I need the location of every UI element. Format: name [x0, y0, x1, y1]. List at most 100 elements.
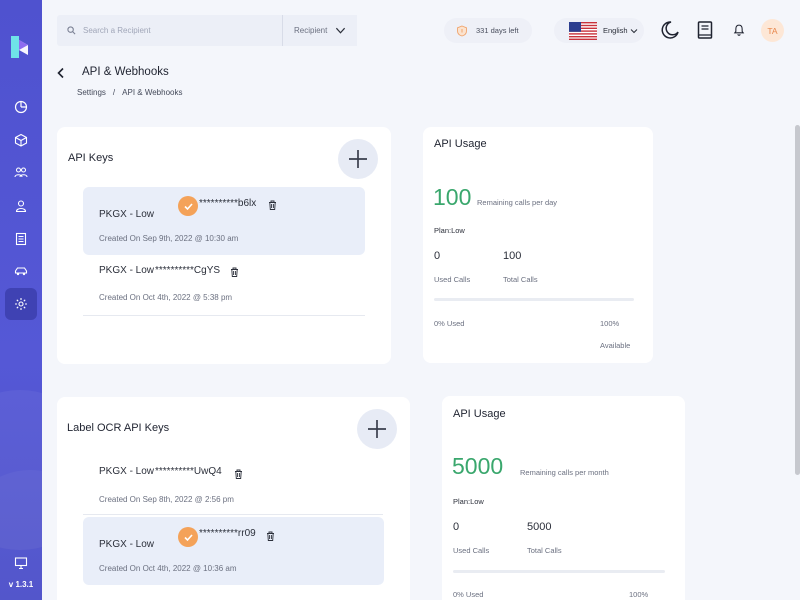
api-keys-card: API Keys PKGX - Low **********b6lx Creat…	[57, 127, 391, 364]
sidebar-item-reports[interactable]	[5, 223, 37, 255]
logo[interactable]	[9, 34, 31, 60]
chevron-down-icon	[335, 27, 346, 34]
available-percent: 100%	[600, 319, 620, 328]
box-icon	[14, 133, 28, 147]
ocr-key-created: Created On Oct 4th, 2022 @ 10:36 am	[99, 564, 237, 573]
user-icon	[15, 200, 27, 213]
add-ocr-key-button[interactable]	[357, 409, 397, 449]
api-usage-title: API Usage	[453, 408, 506, 420]
app-version: v 1.3.1	[8, 580, 34, 589]
api-usage-card: API Usage 100 Remaining calls per day Pl…	[423, 127, 653, 363]
sidebar-item-delivery[interactable]	[5, 255, 37, 287]
remaining-calls-caption: Remaining calls per day	[477, 198, 558, 207]
breadcrumb-current: API & Webhooks	[122, 88, 183, 97]
users-icon	[14, 167, 28, 178]
avatar[interactable]: TA	[761, 19, 784, 42]
chevron-down-icon	[630, 28, 637, 33]
api-key-name: PKGX - Low	[99, 265, 155, 276]
settings-icon	[15, 298, 27, 310]
plan-label: Plan:Low	[453, 497, 484, 506]
remaining-calls-caption: Remaining calls per month	[520, 468, 609, 477]
api-key-mask: **********CgYS	[155, 265, 221, 276]
check-icon	[183, 202, 193, 210]
dark-mode-toggle[interactable]	[660, 20, 680, 40]
back-arrow-icon[interactable]	[55, 67, 67, 79]
ocr-key-mask: **********UwQ4	[155, 466, 222, 477]
trash-icon[interactable]	[230, 267, 239, 277]
ocr-key-created: Created On Sep 8th, 2022 @ 2:56 pm	[99, 495, 234, 504]
remaining-calls-value: 100	[433, 184, 472, 210]
api-key-row[interactable]: PKGX - Low **********CgYS Created On Oct…	[83, 255, 365, 316]
trash-icon[interactable]	[234, 469, 243, 479]
days-left-text: 331 days left	[476, 26, 519, 35]
usage-progress-bar	[453, 570, 665, 573]
trash-icon[interactable]	[266, 531, 275, 541]
us-flag-icon	[569, 21, 597, 40]
api-key-created: Created On Sep 9th, 2022 @ 10:30 am	[99, 234, 239, 243]
label-ocr-keys-card: Label OCR API Keys PKGX - Low **********…	[57, 397, 410, 600]
subscription-days-badge: 331 days left	[444, 18, 532, 43]
api-key-mask: **********b6lx	[199, 198, 257, 209]
search-input[interactable]: Search a Recipient	[57, 15, 282, 46]
breadcrumb: Settings / API & Webhooks	[77, 88, 182, 97]
plus-icon	[368, 420, 386, 438]
sidebar-item-recipients[interactable]	[5, 156, 37, 188]
notifications-button[interactable]	[729, 20, 749, 40]
api-key-created: Created On Oct 4th, 2022 @ 5:38 pm	[99, 293, 233, 302]
trash-icon[interactable]	[268, 200, 277, 210]
total-calls-label: Total Calls	[503, 275, 538, 284]
sidebar-item-settings[interactable]	[5, 288, 37, 320]
ocr-key-row[interactable]: PKGX - Low **********UwQ4 Created On Sep…	[83, 455, 383, 515]
label-ocr-title: Label OCR API Keys	[67, 422, 170, 434]
shield-icon	[457, 25, 467, 36]
used-percent: 0% Used	[434, 319, 465, 328]
used-percent: 0% Used	[453, 590, 484, 599]
search-icon	[67, 26, 76, 35]
ocr-key-name: PKGX - Low	[99, 539, 155, 550]
available-label: Available	[600, 341, 631, 350]
api-key-row[interactable]: PKGX - Low **********b6lx Created On Sep…	[83, 187, 365, 255]
total-calls-value: 5000	[527, 521, 552, 533]
used-calls-label: Used Calls	[434, 275, 471, 284]
moon-icon	[661, 21, 679, 39]
active-key-indicator	[178, 196, 198, 216]
plan-label: Plan:Low	[434, 226, 465, 235]
api-key-name: PKGX - Low	[99, 209, 155, 220]
page-scrollbar[interactable]	[795, 125, 800, 475]
sidebar-item-dashboard[interactable]	[5, 91, 37, 123]
available-percent: 100%	[629, 590, 649, 599]
document-icon	[15, 232, 27, 246]
active-key-indicator	[178, 527, 198, 547]
search-filter-label: Recipient	[294, 26, 328, 35]
check-icon	[183, 533, 193, 541]
ocr-key-row[interactable]: PKGX - Low **********rr09 Created On Oct…	[83, 517, 384, 585]
sidebar: v 1.3.1	[0, 0, 42, 600]
dashboard-icon	[14, 100, 28, 114]
car-icon	[14, 267, 28, 276]
add-api-key-button[interactable]	[338, 139, 378, 179]
breadcrumb-settings[interactable]: Settings	[77, 88, 106, 97]
remaining-calls-value: 5000	[452, 453, 504, 479]
monitor-icon[interactable]	[14, 556, 28, 570]
total-calls-value: 100	[503, 250, 522, 262]
search-placeholder: Search a Recipient	[83, 26, 151, 35]
api-keys-title: API Keys	[68, 152, 114, 164]
search-filter-dropdown[interactable]: Recipient	[282, 15, 357, 46]
bell-icon	[733, 24, 745, 36]
total-calls-label: Total Calls	[527, 546, 562, 555]
ocr-usage-card: API Usage 5000 Remaining calls per month…	[442, 396, 685, 600]
ocr-key-name: PKGX - Low	[99, 466, 155, 477]
docs-button[interactable]	[695, 20, 715, 40]
api-usage-title: API Usage	[434, 138, 487, 150]
used-calls-label: Used Calls	[453, 546, 490, 555]
plus-icon	[349, 150, 367, 168]
sidebar-item-packages[interactable]	[5, 124, 37, 156]
book-icon	[697, 21, 713, 39]
sidebar-item-profile[interactable]	[5, 190, 37, 222]
used-calls-value: 0	[434, 250, 441, 262]
language-selector[interactable]: English	[554, 18, 644, 43]
used-calls-value: 0	[453, 521, 460, 533]
page-title: API & Webhooks	[82, 66, 169, 78]
language-label: English	[603, 26, 628, 35]
breadcrumb-separator: /	[112, 88, 116, 97]
